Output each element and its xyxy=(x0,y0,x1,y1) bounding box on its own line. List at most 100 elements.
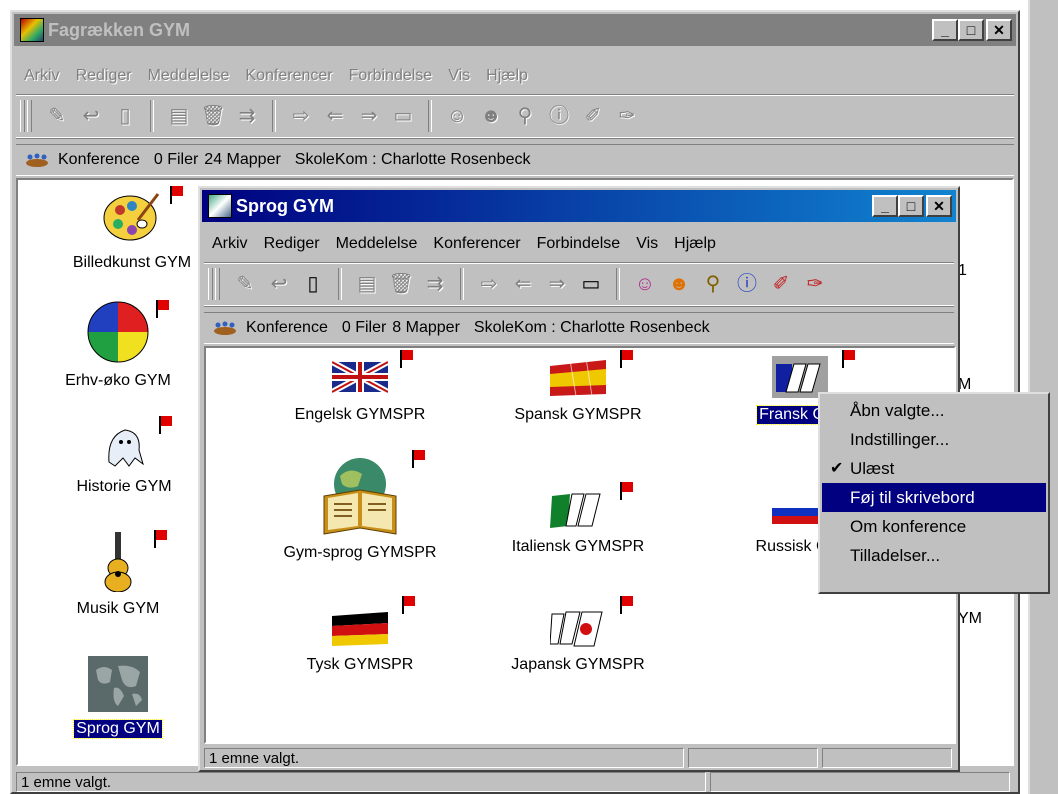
edit-icon[interactable]: ✐ xyxy=(769,272,793,296)
minimize-button[interactable]: _ xyxy=(932,19,958,41)
info-owner: SkoleKom : Charlotte Rosenbeck xyxy=(294,151,531,168)
pie-chart-icon xyxy=(86,300,169,364)
menu-forbindelse[interactable]: Forbindelse xyxy=(529,235,629,253)
menu-rediger[interactable]: Rediger xyxy=(256,235,328,253)
conference-item[interactable]: Spansk GYMSPR xyxy=(478,350,678,424)
new-message-icon[interactable]: ✎ xyxy=(233,272,257,296)
item-label: Erhv-øko GYM xyxy=(65,372,171,389)
menu-arkiv[interactable]: Arkiv xyxy=(16,67,68,85)
menu-vis[interactable]: Vis xyxy=(628,235,666,253)
info-owner: SkoleKom : Charlotte Rosenbeck xyxy=(473,319,710,336)
maximize-button[interactable]: □ xyxy=(958,19,984,41)
delete-icon[interactable]: 🗑 xyxy=(388,272,413,296)
toolbar-grip[interactable] xyxy=(208,268,213,300)
conference-item[interactable]: Japansk GYMSPR xyxy=(478,596,678,674)
context-menu: Åbn valgte... Indstillinger... ✔ Ulæst Fø… xyxy=(818,392,1050,594)
context-item-add-to-desktop[interactable]: Føj til skrivebord xyxy=(822,483,1046,512)
context-item-permissions[interactable]: Tilladelser... xyxy=(822,541,1046,570)
folder-up-icon[interactable]: ▭ xyxy=(579,272,603,296)
info-files: 0 Filer xyxy=(153,151,199,168)
conference-icon xyxy=(24,152,50,168)
move-icon[interactable]: ⇉ xyxy=(235,104,259,128)
context-item-unread[interactable]: ✔ Ulæst xyxy=(822,454,1046,483)
info-type: Konference xyxy=(246,319,328,336)
people-icon[interactable]: ☺ xyxy=(633,272,657,296)
delete-icon[interactable]: 🗑 xyxy=(200,104,225,128)
conference-item[interactable]: Historie GYM xyxy=(24,416,224,496)
edit-icon[interactable]: ✐ xyxy=(581,104,605,128)
conference-item[interactable]: Tysk GYMSPR xyxy=(260,596,460,674)
info-icon[interactable]: ⓘ xyxy=(735,272,759,296)
outer-window-title: Fagrækken GYM xyxy=(48,19,191,40)
toolbar-grip[interactable] xyxy=(20,100,25,132)
conference-item[interactable]: Engelsk GYMSPR xyxy=(260,350,460,424)
outer-menubar: Arkiv Rediger Meddelelse Konferencer For… xyxy=(16,62,1014,90)
print-icon[interactable]: ▤ xyxy=(355,272,379,296)
info-icon[interactable]: ⓘ xyxy=(547,104,571,128)
search-icon[interactable]: ⚲ xyxy=(513,104,537,128)
menu-meddelelse[interactable]: Meddelelse xyxy=(140,67,238,85)
menu-meddelelse[interactable]: Meddelelse xyxy=(328,235,426,253)
new-message-icon[interactable]: ✎ xyxy=(45,104,69,128)
outer-status-bar: 1 emne valgt. xyxy=(16,772,1014,794)
menu-hjaelp[interactable]: Hjælp xyxy=(478,67,536,85)
conference-icon xyxy=(212,320,238,336)
context-item-open[interactable]: Åbn valgte... xyxy=(822,396,1046,425)
close-button[interactable]: ✕ xyxy=(986,19,1012,41)
menu-konferencer[interactable]: Konferencer xyxy=(425,235,528,253)
inner-title-bar[interactable]: Sprog GYM _ □ ✕ xyxy=(202,190,956,222)
edit-all-icon[interactable]: ✑ xyxy=(615,104,639,128)
book-globe-icon xyxy=(318,450,425,536)
next-icon[interactable]: ⇒ xyxy=(545,272,569,296)
document-icon[interactable]: ▯ xyxy=(301,272,325,296)
previous-icon[interactable]: ⇐ xyxy=(323,104,347,128)
menu-konferencer[interactable]: Konferencer xyxy=(237,67,340,85)
move-icon[interactable]: ⇉ xyxy=(423,272,447,296)
outer-info-bar: Konference 0 Filer 24 Mapper SkoleKom : … xyxy=(16,144,1014,176)
palette-icon xyxy=(102,186,183,246)
conference-icon[interactable]: ☻ xyxy=(479,104,503,128)
menu-vis[interactable]: Vis xyxy=(440,67,478,85)
item-label: Tysk GYMSPR xyxy=(306,656,414,673)
menu-rediger[interactable]: Rediger xyxy=(68,67,140,85)
close-button[interactable]: ✕ xyxy=(926,195,952,217)
menu-forbindelse[interactable]: Forbindelse xyxy=(341,67,441,85)
outer-title-bar[interactable]: Fagrækken GYM _ □ ✕ xyxy=(14,14,1016,46)
previous-icon[interactable]: ⇐ xyxy=(511,272,535,296)
conference-item[interactable]: Italiensk GYMSPR xyxy=(478,482,678,556)
inner-window-title: Sprog GYM xyxy=(236,195,334,216)
germany-flag-icon xyxy=(332,596,415,648)
minimize-button[interactable]: _ xyxy=(872,195,898,217)
next-icon[interactable]: ⇒ xyxy=(357,104,381,128)
checkmark-icon: ✔ xyxy=(830,460,844,477)
conference-item-selected[interactable]: Sprog GYM xyxy=(18,656,218,739)
info-files: 0 Filer xyxy=(341,319,387,336)
inner-toolbar: ✎ ↩ ▯ ▤ 🗑 ⇉ ⇨ ⇐ ⇒ ▭ ☺ ☻ ⚲ ⓘ ✐ ✑ xyxy=(204,262,954,306)
conference-item[interactable]: Erhv-øko GYM xyxy=(18,300,218,390)
context-item-about[interactable]: Om konference xyxy=(822,512,1046,541)
forward-icon[interactable]: ⇨ xyxy=(477,272,501,296)
reply-icon[interactable]: ↩ xyxy=(79,104,103,128)
document-icon[interactable]: ▯ xyxy=(113,104,137,128)
item-label: Fransk G xyxy=(756,405,828,425)
conference-item[interactable]: Gym-sprog GYMSPR xyxy=(260,450,460,562)
menu-arkiv[interactable]: Arkiv xyxy=(204,235,256,253)
edit-all-icon[interactable]: ✑ xyxy=(803,272,827,296)
forward-icon[interactable]: ⇨ xyxy=(289,104,313,128)
conference-item[interactable]: Musik GYM xyxy=(18,530,218,618)
toolbar-grip[interactable] xyxy=(215,268,220,300)
search-icon[interactable]: ⚲ xyxy=(701,272,725,296)
context-item-settings[interactable]: Indstillinger... xyxy=(822,425,1046,454)
conference-icon[interactable]: ☻ xyxy=(667,272,691,296)
item-label: Gym-sprog GYMSPR xyxy=(283,544,437,561)
inner-info-bar: Konference 0 Filer 8 Mapper SkoleKom : C… xyxy=(204,312,954,344)
status-text: 1 emne valgt. xyxy=(16,772,706,792)
toolbar-grip[interactable] xyxy=(27,100,32,132)
people-icon[interactable]: ☺ xyxy=(445,104,469,128)
print-icon[interactable]: ▤ xyxy=(167,104,191,128)
world-map-icon xyxy=(88,656,148,712)
reply-icon[interactable]: ↩ xyxy=(267,272,291,296)
folder-up-icon[interactable]: ▭ xyxy=(391,104,415,128)
maximize-button[interactable]: □ xyxy=(898,195,924,217)
menu-hjaelp[interactable]: Hjælp xyxy=(666,235,724,253)
